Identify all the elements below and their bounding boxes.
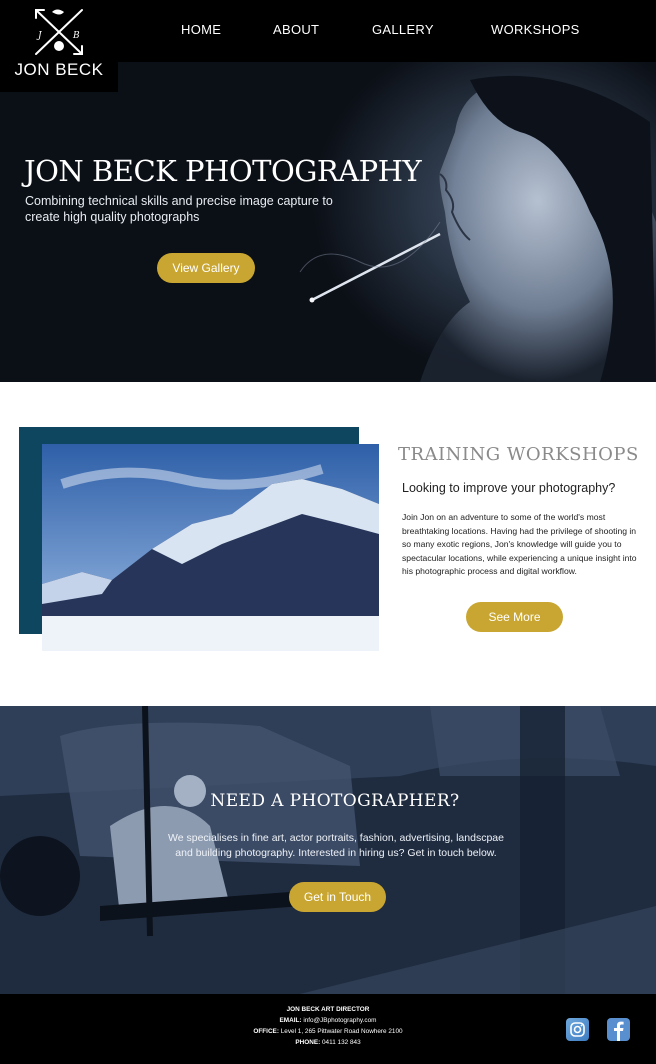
workshops-subtitle: Looking to improve your photography?	[402, 481, 616, 495]
email-link[interactable]: info@JBphotography.com	[303, 1017, 376, 1024]
workshops-section: TRAINING WORKSHOPS Looking to improve yo…	[0, 382, 656, 706]
footer-title: JON BECK ART DIRECTOR	[286, 1006, 370, 1013]
instagram-icon[interactable]	[566, 1018, 589, 1041]
office-label: OFFICE:	[253, 1028, 279, 1035]
email-label: EMAIL:	[279, 1017, 302, 1024]
nav-about[interactable]: ABOUT	[273, 22, 319, 37]
workshops-description: Join Jon on an adventure to some of the …	[402, 512, 637, 576]
mountain-landscape-image	[42, 444, 379, 651]
view-gallery-button[interactable]: View Gallery	[157, 253, 255, 283]
brand-name: JON BECK	[14, 60, 104, 79]
hire-description: We specialises in fine art, actor portra…	[168, 832, 504, 859]
see-more-button[interactable]: See More	[466, 602, 563, 632]
monogram-j: J	[36, 31, 43, 41]
crossed-arrows-logo-icon: J B	[35, 9, 83, 55]
nav-home[interactable]: HOME	[181, 22, 221, 37]
footer: JON BECK ART DIRECTOR EMAIL: info@JBphot…	[0, 994, 656, 1064]
nav-gallery[interactable]: GALLERY	[372, 22, 434, 37]
hire-title: NEED A PHOTOGRAPHER?	[210, 791, 460, 811]
monogram-b: B	[72, 31, 80, 41]
hire-section: NEED A PHOTOGRAPHER? We specialises in f…	[0, 706, 656, 994]
facebook-icon[interactable]	[607, 1018, 630, 1041]
hero-subtitle: Combining technical skills and precise i…	[25, 194, 333, 224]
footer-contact: JON BECK ART DIRECTOR EMAIL: info@JBphot…	[200, 1004, 456, 1048]
workshops-title: TRAINING WORKSHOPS	[398, 444, 639, 465]
get-in-touch-button[interactable]: Get in Touch	[289, 882, 386, 912]
hero-section: JON BECK PHOTOGRAPHY Combining technical…	[0, 62, 656, 382]
hero-title: JON BECK PHOTOGRAPHY	[24, 154, 422, 188]
logo[interactable]: J B JON BECK	[0, 0, 118, 92]
nav-workshops[interactable]: WORKSHOPS	[491, 22, 580, 37]
office-address: Level 1, 265 Pittwater Road Nowhere 2100	[280, 1028, 403, 1035]
phone-number: 0411 132 843	[322, 1039, 361, 1046]
phone-label: PHONE:	[295, 1039, 321, 1046]
